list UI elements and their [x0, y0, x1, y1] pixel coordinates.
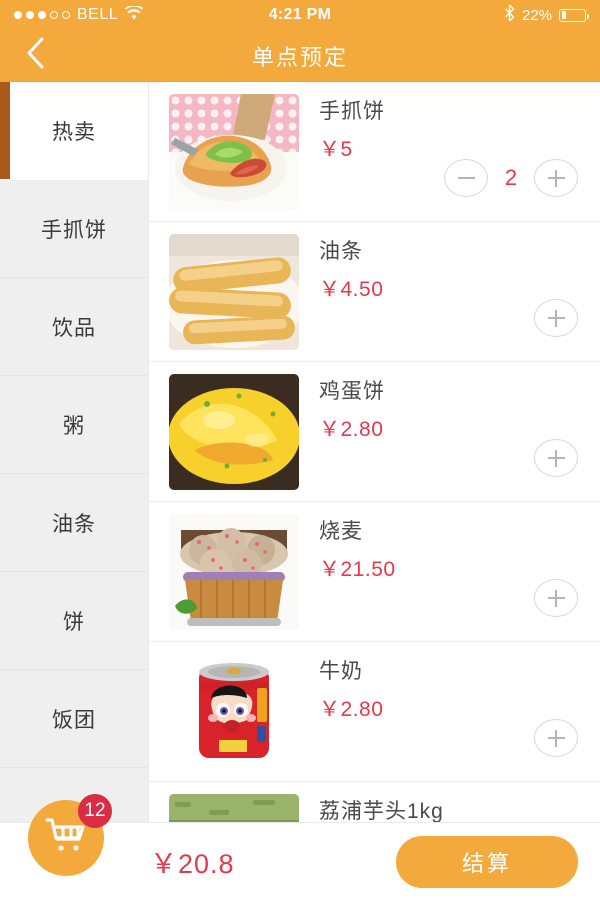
cart-total-amount: ￥20.8: [150, 849, 235, 879]
sidebar-item-label: 热卖: [52, 120, 96, 144]
increase-quantity-button[interactable]: [534, 159, 578, 197]
plus-icon: [547, 729, 565, 747]
quantity-stepper[interactable]: [534, 439, 578, 477]
increase-quantity-button[interactable]: [534, 719, 578, 757]
list-item[interactable]: 烧麦 ￥21.50: [149, 502, 600, 642]
item-name: 牛奶: [319, 660, 363, 683]
app-screen: BELL 4:21 PM 22% 单点预定 热卖 手抓饼 饮品 粥 油条 饼 饭…: [0, 0, 600, 900]
status-bar-right: 22%: [331, 4, 590, 27]
status-bar-center: 4:21 PM: [269, 6, 332, 24]
sidebar-item-hot[interactable]: 热卖: [0, 82, 148, 180]
sidebar-item-porridge[interactable]: 粥: [0, 376, 148, 474]
sidebar-item-ricerolls[interactable]: 饭团: [0, 670, 148, 768]
status-bar-left: BELL: [14, 4, 269, 25]
category-sidebar[interactable]: 热卖 手抓饼 饮品 粥 油条 饼 饭团 面点: [0, 82, 148, 900]
plus-icon: [547, 309, 565, 327]
signal-strength-icon: [14, 11, 70, 19]
list-item[interactable]: 油条 ￥4.50: [149, 222, 600, 362]
status-bar: BELL 4:21 PM 22%: [0, 0, 600, 30]
cart-count-badge: 12: [78, 794, 112, 828]
milk-can-photo: [169, 654, 299, 770]
cart-button[interactable]: 12: [28, 794, 112, 876]
shaomai-photo: [169, 514, 299, 630]
bluetooth-icon: [504, 4, 515, 27]
hand-pancake-photo: [169, 94, 299, 210]
sidebar-item-label: 粥: [63, 414, 85, 438]
back-button[interactable]: [12, 30, 60, 81]
chevron-left-icon: [24, 36, 48, 75]
sidebar-item-handcake[interactable]: 手抓饼: [0, 180, 148, 278]
sidebar-item-label: 饮品: [52, 316, 96, 340]
item-name: 烧麦: [319, 520, 363, 543]
egg-pancake-photo: [169, 374, 299, 490]
minus-icon: [457, 176, 475, 180]
item-name: 手抓饼: [319, 100, 385, 123]
plus-icon: [547, 169, 565, 187]
battery-icon: [559, 8, 590, 22]
page-title: 单点预定: [251, 44, 348, 70]
clock-label: 4:21 PM: [268, 6, 332, 23]
quantity-stepper[interactable]: [534, 299, 578, 337]
checkout-button[interactable]: 结算: [396, 835, 578, 888]
decrease-quantity-button[interactable]: [444, 159, 488, 197]
plus-icon: [547, 449, 565, 467]
sidebar-item-label: 手抓饼: [41, 218, 107, 242]
wifi-icon: [125, 4, 144, 25]
item-name: 鸡蛋饼: [319, 380, 385, 403]
increase-quantity-button[interactable]: [534, 439, 578, 477]
sidebar-item-youtiao[interactable]: 油条: [0, 474, 148, 572]
battery-percent-label: 22%: [521, 6, 553, 24]
item-name: 油条: [319, 240, 363, 263]
carrier-label: BELL: [77, 6, 119, 23]
list-item[interactable]: 鸡蛋饼 ￥2.80: [149, 362, 600, 502]
sidebar-item-bing[interactable]: 饼: [0, 572, 148, 670]
content-area: 热卖 手抓饼 饮品 粥 油条 饼 饭团 面点: [0, 82, 600, 900]
list-item[interactable]: 手抓饼 ￥5 2: [149, 82, 600, 222]
navigation-bar: 单点预定: [0, 30, 600, 82]
item-quantity: 2: [504, 165, 518, 190]
quantity-stepper[interactable]: 2: [444, 159, 578, 197]
increase-quantity-button[interactable]: [534, 579, 578, 617]
sidebar-item-label: 油条: [52, 512, 96, 536]
sidebar-item-drinks[interactable]: 饮品: [0, 278, 148, 376]
list-item[interactable]: 牛奶 ￥2.80: [149, 642, 600, 782]
plus-icon: [547, 589, 565, 607]
sidebar-item-label: 饼: [63, 610, 85, 634]
fried-dough-stick-photo: [169, 234, 299, 350]
quantity-stepper[interactable]: [534, 719, 578, 757]
sidebar-item-label: 饭团: [52, 708, 96, 732]
quantity-stepper[interactable]: [534, 579, 578, 617]
increase-quantity-button[interactable]: [534, 299, 578, 337]
menu-item-list[interactable]: 手抓饼 ￥5 2 油条 ￥4.50 鸡蛋饼 ￥2.80 烧麦 ￥21.50 牛奶…: [148, 82, 600, 900]
